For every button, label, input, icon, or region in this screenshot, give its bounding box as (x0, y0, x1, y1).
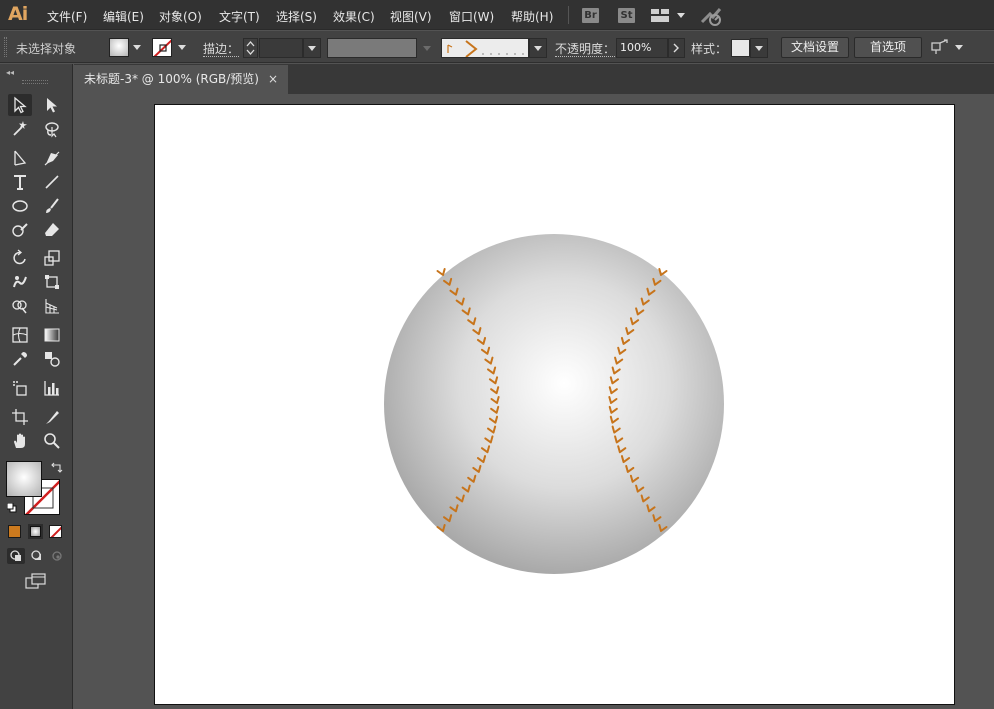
fill-dropdown-icon[interactable] (133, 45, 141, 50)
document-tab-bar: 未标题-3* @ 100% (RGB/预览) × (74, 64, 994, 94)
draw-behind-icon[interactable] (28, 548, 46, 564)
tools-panel: ◂◂ (0, 64, 73, 709)
symbol-sprayer-icon[interactable] (8, 377, 32, 399)
stroke-dropdown-icon[interactable] (178, 45, 186, 50)
brush-dropdown[interactable] (529, 38, 547, 58)
opacity-input[interactable]: 100% (616, 38, 668, 58)
chevron-down-icon[interactable] (677, 13, 685, 18)
stroke-weight-input[interactable] (259, 38, 303, 58)
swap-fill-stroke-icon[interactable] (50, 462, 64, 474)
menu-divider (568, 6, 569, 24)
fill-swatch[interactable] (109, 38, 129, 57)
direct-selection-tool-icon[interactable] (40, 94, 64, 116)
draw-inside-icon[interactable] (48, 548, 66, 564)
zoom-tool-icon[interactable] (40, 430, 64, 452)
menu-edit[interactable]: 编辑(E) (103, 8, 144, 25)
perspective-grid-icon[interactable] (40, 295, 64, 317)
baseball-artwork[interactable] (155, 105, 956, 706)
menu-bar: Ai 文件(F) 编辑(E) 对象(O) 文字(T) 选择(S) 效果(C) 视… (0, 0, 994, 30)
selection-tool-icon[interactable] (8, 94, 32, 116)
slice-tool-icon[interactable] (40, 406, 64, 428)
color-mode-button[interactable] (8, 525, 21, 538)
profile-dropdown-icon (423, 46, 431, 51)
style-label: 样式： (691, 42, 728, 56)
curvature-tool-icon[interactable] (40, 147, 64, 169)
menu-help[interactable]: 帮助(H) (511, 8, 553, 25)
magic-wand-icon[interactable] (8, 118, 32, 140)
brush-definition-preview[interactable] (441, 38, 529, 58)
line-segment-icon[interactable] (40, 171, 64, 193)
artboard-tool-icon[interactable] (8, 406, 32, 428)
stroke-label[interactable]: 描边： (203, 40, 240, 57)
warp-tool-icon[interactable] (8, 271, 32, 293)
preferences-button[interactable]: 首选项 (854, 37, 922, 58)
paintbrush-icon[interactable] (40, 195, 64, 217)
workspace-layout-icon[interactable] (651, 9, 669, 22)
menu-effect[interactable]: 效果(C) (333, 8, 375, 25)
gradient-mode-button[interactable] (28, 524, 43, 539)
app-logo: Ai (8, 3, 28, 25)
menu-window[interactable]: 窗口(W) (449, 8, 494, 25)
control-bar: 未选择对象 描边： 不透明度： 100% 样式： 文档设置 首选项 (0, 31, 994, 63)
lasso-icon[interactable] (40, 118, 64, 140)
graphic-style-swatch[interactable] (731, 39, 750, 57)
menu-type[interactable]: 文字(T) (219, 8, 260, 25)
chevron-down-icon (308, 46, 316, 51)
none-mode-button[interactable] (49, 525, 62, 538)
panel-grip[interactable] (4, 37, 7, 57)
default-colors-icon[interactable] (6, 502, 17, 513)
rotate-tool-icon[interactable] (8, 247, 32, 269)
gradient-tool-icon[interactable] (40, 324, 64, 346)
menu-select[interactable]: 选择(S) (276, 8, 317, 25)
chevron-down-icon[interactable] (955, 45, 963, 50)
type-tool-icon[interactable] (8, 171, 32, 193)
pen-tool-icon[interactable] (8, 147, 32, 169)
document-setup-button[interactable]: 文档设置 (781, 37, 849, 58)
mesh-tool-icon[interactable] (8, 324, 32, 346)
stock-button[interactable]: St (618, 8, 635, 23)
gpu-performance-icon[interactable] (700, 6, 724, 26)
column-graph-icon[interactable] (40, 377, 64, 399)
blend-tool-icon[interactable] (40, 348, 64, 370)
hand-tool-icon[interactable] (8, 430, 32, 452)
stitch-left (436, 268, 446, 276)
fill-color-box[interactable] (6, 461, 42, 497)
menu-view[interactable]: 视图(V) (390, 8, 432, 25)
chevron-down-icon (755, 46, 763, 51)
panel-grip[interactable] (22, 80, 48, 84)
variable-width-profile[interactable] (327, 38, 417, 58)
menu-file[interactable]: 文件(F) (47, 8, 87, 25)
style-dropdown[interactable] (750, 38, 768, 58)
bridge-button[interactable]: Br (582, 8, 599, 23)
shape-builder-icon[interactable] (8, 295, 32, 317)
stitch-right (658, 268, 668, 276)
shaper-tool-icon[interactable] (8, 219, 32, 241)
scale-tool-icon[interactable] (40, 247, 64, 269)
ellipse-tool-icon[interactable] (8, 195, 32, 217)
canvas-area[interactable] (74, 94, 994, 709)
stroke-swatch[interactable] (152, 38, 172, 57)
baseball-circle[interactable] (384, 234, 724, 574)
eyedropper-icon[interactable] (8, 348, 32, 370)
close-icon[interactable]: × (268, 65, 278, 94)
draw-normal-icon[interactable] (7, 548, 25, 564)
menu-object[interactable]: 对象(O) (159, 8, 202, 25)
change-screen-mode-icon[interactable] (25, 572, 47, 590)
opacity-flyout[interactable] (668, 38, 685, 58)
collapse-panel-icon[interactable]: ◂◂ (6, 68, 14, 77)
document-tab[interactable]: 未标题-3* @ 100% (RGB/预览) × (74, 65, 288, 94)
arrange-documents-icon[interactable] (931, 39, 949, 55)
chevron-down-icon (534, 46, 542, 51)
stroke-weight-dropdown[interactable] (303, 38, 321, 58)
opacity-label[interactable]: 不透明度： (555, 40, 616, 57)
document-tab-title: 未标题-3* @ 100% (RGB/预览) (84, 72, 259, 86)
eraser-icon[interactable] (40, 219, 64, 241)
artboard[interactable] (154, 104, 955, 705)
free-transform-icon[interactable] (40, 271, 64, 293)
stroke-weight-stepper[interactable] (243, 38, 258, 58)
selection-status: 未选择对象 (16, 42, 77, 56)
